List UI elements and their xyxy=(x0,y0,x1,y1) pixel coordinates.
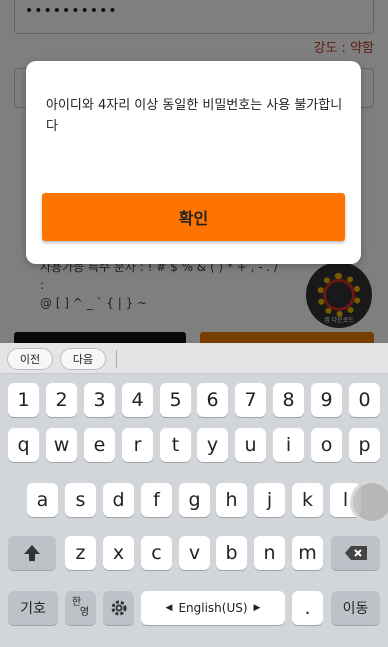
space-left-arrow-icon: ◀ xyxy=(165,603,173,613)
key-e[interactable]: e xyxy=(84,428,115,462)
key-r[interactable]: r xyxy=(122,428,153,462)
key-j[interactable]: j xyxy=(254,483,285,517)
key-i[interactable]: i xyxy=(273,428,304,462)
shift-icon xyxy=(24,545,40,561)
space-right-arrow-icon: ▶ xyxy=(253,603,261,613)
key-s[interactable]: s xyxy=(65,483,96,517)
key-9[interactable]: 9 xyxy=(311,383,342,417)
prev-field-button[interactable]: 이전 xyxy=(7,348,53,370)
shift-key[interactable] xyxy=(8,536,56,570)
key-k[interactable]: k xyxy=(292,483,323,517)
key-g[interactable]: g xyxy=(179,483,210,517)
alert-message: 아이디와 4자리 이상 동일한 비밀번호는 사용 불가합니다 xyxy=(46,98,343,134)
gear-icon xyxy=(111,600,126,616)
key-2[interactable]: 2 xyxy=(46,383,77,417)
lang-english-label: 영 xyxy=(79,607,90,618)
key-x[interactable]: x xyxy=(103,536,134,570)
key-0[interactable]: 0 xyxy=(349,383,380,417)
key-8[interactable]: 8 xyxy=(273,383,304,417)
space-language-label: English(US) xyxy=(178,601,248,615)
next-field-button[interactable]: 다음 xyxy=(60,348,106,370)
settings-key[interactable] xyxy=(103,591,134,625)
key-d[interactable]: d xyxy=(103,483,134,517)
key-1[interactable]: 1 xyxy=(8,383,39,417)
key-z[interactable]: z xyxy=(65,536,96,570)
key-c[interactable]: c xyxy=(141,536,172,570)
toolbar-divider xyxy=(116,350,117,368)
key-m[interactable]: m xyxy=(292,536,323,570)
key-7[interactable]: 7 xyxy=(235,383,266,417)
period-key[interactable]: . xyxy=(292,591,323,625)
backspace-icon xyxy=(344,546,367,560)
key-4[interactable]: 4 xyxy=(122,383,153,417)
key-3[interactable]: 3 xyxy=(84,383,115,417)
key-t[interactable]: t xyxy=(160,428,191,462)
key-v[interactable]: v xyxy=(179,536,210,570)
language-toggle-key[interactable]: 한 영 xyxy=(65,591,96,625)
key-5[interactable]: 5 xyxy=(160,383,191,417)
go-key[interactable]: 이동 xyxy=(331,591,380,625)
key-y[interactable]: y xyxy=(197,428,228,462)
backspace-key[interactable] xyxy=(331,536,380,570)
key-n[interactable]: n xyxy=(254,536,285,570)
key-6[interactable]: 6 xyxy=(197,383,228,417)
space-key[interactable]: ◀ English(US) ▶ xyxy=(141,591,285,625)
soft-keyboard: 이전 다음 1 2 3 4 5 6 7 8 9 0 q w e r t y u … xyxy=(0,343,388,647)
key-p[interactable]: p xyxy=(349,428,380,462)
key-q[interactable]: q xyxy=(8,428,39,462)
key-w[interactable]: w xyxy=(46,428,77,462)
key-h[interactable]: h xyxy=(216,483,247,517)
key-a[interactable]: a xyxy=(27,483,58,517)
key-u[interactable]: u xyxy=(235,428,266,462)
alert-dialog: 아이디와 4자리 이상 동일한 비밀번호는 사용 불가합니다 확인 xyxy=(26,61,361,264)
confirm-button[interactable]: 확인 xyxy=(42,193,345,241)
keyboard-toolbar: 이전 다음 xyxy=(0,343,388,374)
key-b[interactable]: b xyxy=(216,536,247,570)
symbols-key[interactable]: 기호 xyxy=(8,591,58,625)
key-f[interactable]: f xyxy=(141,483,172,517)
key-o[interactable]: o xyxy=(311,428,342,462)
touch-indicator xyxy=(350,480,388,524)
